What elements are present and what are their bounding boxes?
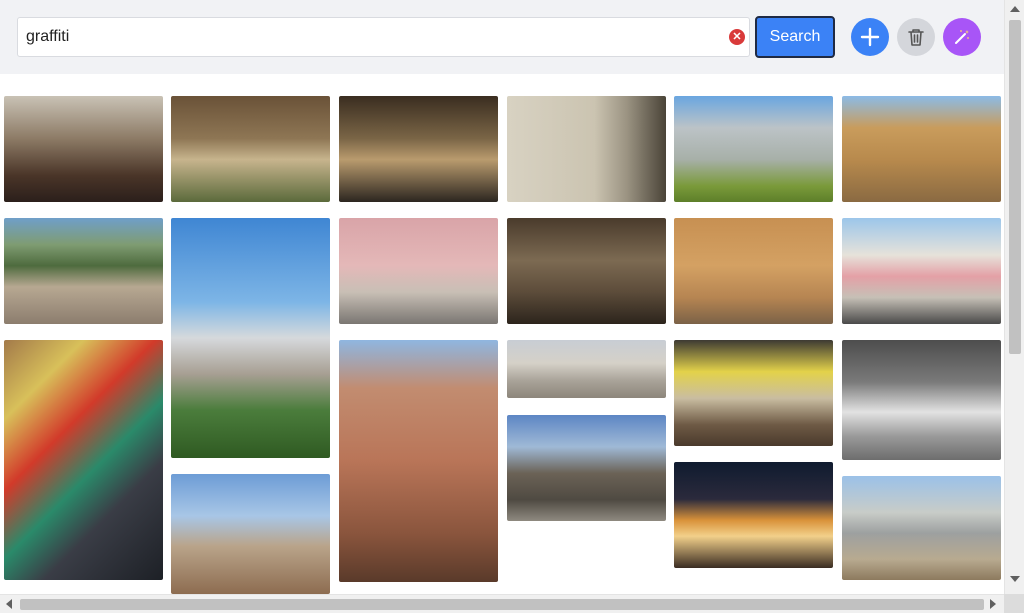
plus-icon	[860, 27, 880, 47]
gallery-image[interactable]: dark-alley	[339, 96, 498, 202]
gallery-image[interactable]: yellow-kiosk	[674, 340, 833, 446]
vertical-scrollbar[interactable]	[1004, 0, 1024, 594]
gallery-image[interactable]: cat-on-wall	[171, 474, 330, 594]
gallery-image[interactable]: festive-street	[842, 218, 1001, 324]
gallery-image[interactable]: red-medina-alley	[339, 340, 498, 582]
gallery-image[interactable]: dense-city	[507, 340, 666, 398]
scroll-up-icon[interactable]	[1010, 6, 1020, 12]
gallery-image[interactable]: old-facade	[842, 96, 1001, 202]
gallery-image[interactable]: city-aerial	[4, 218, 163, 324]
vertical-scroll-thumb[interactable]	[1009, 20, 1021, 354]
scroll-left-icon[interactable]	[6, 599, 12, 609]
magic-wand-icon	[955, 30, 969, 44]
search-input[interactable]	[26, 18, 716, 56]
gallery-image[interactable]: abandoned-houses	[842, 476, 1001, 580]
horizontal-scroll-thumb[interactable]	[20, 599, 984, 610]
magic-button[interactable]	[943, 18, 981, 56]
scrollbar-corner	[1004, 594, 1024, 613]
gallery-image[interactable]: ruined-arch	[507, 415, 666, 521]
search-button[interactable]: Search	[755, 16, 835, 58]
gallery-image[interactable]: street-crowd	[4, 96, 163, 202]
scroll-down-icon[interactable]	[1010, 576, 1020, 582]
delete-button[interactable]	[897, 18, 935, 56]
image-gallery: street-crowd city-aerial graffiti-garage…	[0, 74, 1004, 594]
gallery-image[interactable]: stone-alley	[507, 218, 666, 324]
app-window: ✕ Search street-crowd city-aerial graffi	[0, 0, 1024, 613]
gallery-image[interactable]: coastal-city-view	[171, 218, 330, 458]
gallery-image[interactable]: pink-street	[339, 218, 498, 324]
gallery-image[interactable]: night-fountain	[674, 462, 833, 568]
gallery-image[interactable]: balcony-building	[171, 96, 330, 202]
clear-search-icon[interactable]: ✕	[729, 29, 745, 45]
gallery-image[interactable]: vintage-car	[842, 340, 1001, 460]
scroll-right-icon[interactable]	[990, 599, 996, 609]
gallery-image[interactable]: orange-building	[674, 218, 833, 324]
search-box[interactable]: ✕	[17, 17, 750, 57]
search-toolbar: ✕ Search	[0, 0, 1004, 74]
trash-icon	[908, 29, 924, 46]
add-button[interactable]	[851, 18, 889, 56]
gallery-image[interactable]: graffiti-garage	[4, 340, 163, 580]
horizontal-scrollbar[interactable]	[0, 594, 1004, 613]
gallery-image[interactable]: cemetery-wall	[674, 96, 833, 202]
gallery-image[interactable]: statue-marble	[507, 96, 666, 202]
